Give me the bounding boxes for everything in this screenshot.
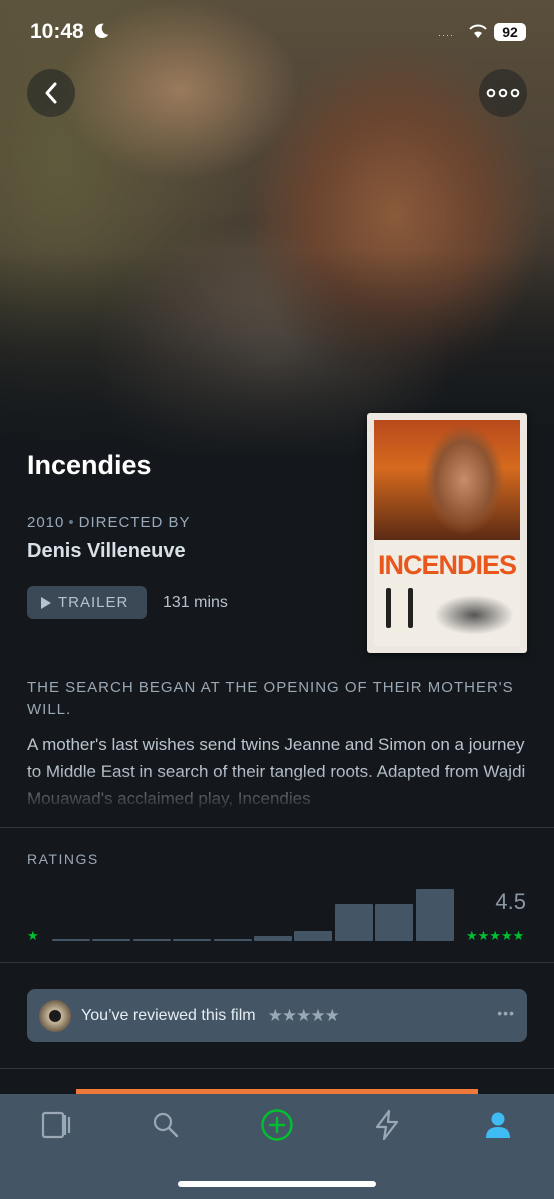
poster-figure (408, 588, 413, 628)
ratings-label: RATINGS (27, 851, 99, 867)
low-star-icon: ★ (27, 928, 39, 943)
tagline: THE SEARCH BEGAN AT THE OPENING OF THEIR… (27, 679, 514, 718)
home-indicator[interactable] (178, 1181, 376, 1187)
signal-icon: ···· (438, 30, 454, 40)
histogram-bar[interactable] (375, 904, 414, 941)
search-icon (153, 1112, 179, 1138)
more-options-button[interactable] (479, 69, 527, 117)
histogram-bar[interactable] (254, 936, 292, 941)
poster-title-text: INCENDIES (377, 550, 517, 580)
ellipsis-icon (486, 88, 520, 98)
film-title: Incendies (27, 450, 152, 480)
poster-smoke (434, 595, 514, 635)
histogram-bar[interactable] (334, 904, 373, 941)
histogram-bar[interactable] (92, 939, 131, 941)
battery-indicator: 92 (494, 23, 526, 41)
histogram-bar[interactable] (132, 939, 171, 941)
tab-add[interactable] (257, 1108, 297, 1142)
histogram-bar[interactable] (415, 889, 454, 941)
person-icon (486, 1112, 510, 1138)
status-time: 10:48 (30, 20, 84, 43)
review-more-button[interactable]: ••• (497, 1005, 515, 1021)
histogram-bar[interactable] (294, 931, 333, 941)
tab-profile[interactable] (478, 1108, 518, 1142)
trailer-label: TRAILER (58, 594, 129, 611)
director-link[interactable]: Denis Villeneuve (27, 540, 186, 563)
film-meta: 2010 • DIRECTED BY (27, 514, 191, 531)
divider (0, 1068, 554, 1069)
divider (0, 827, 554, 828)
film-year[interactable]: 2010 (27, 514, 64, 531)
tab-search[interactable] (146, 1108, 186, 1142)
backdrop-image (0, 0, 554, 460)
film-icon (41, 1111, 71, 1139)
histogram-bar[interactable] (213, 939, 252, 941)
tab-activity[interactable] (367, 1108, 407, 1142)
five-stars-icon: ★★★★★ (466, 928, 525, 943)
runtime: 131 mins (163, 594, 228, 611)
plus-circle-icon (261, 1109, 293, 1141)
play-icon (41, 596, 51, 609)
poster-artwork: INCENDIES (374, 420, 520, 646)
your-review-bar[interactable]: You’ve reviewed this film ★★★★★ ••• (27, 989, 527, 1042)
trailer-button[interactable]: TRAILER (27, 586, 147, 619)
lightning-icon (375, 1109, 399, 1141)
separator-dot: • (68, 514, 75, 531)
film-poster[interactable]: INCENDIES (367, 413, 527, 653)
histogram-bar[interactable] (52, 939, 90, 941)
review-stars: ★★★★★ (267, 1005, 340, 1025)
avatar (39, 999, 71, 1032)
moon-icon (94, 23, 109, 39)
wifi-icon (469, 24, 487, 38)
average-rating: 4.5 (495, 889, 526, 914)
chevron-left-icon (45, 82, 57, 104)
histogram-bar[interactable] (173, 939, 212, 941)
synopsis-fade (0, 770, 554, 815)
review-status-text: You’ve reviewed this film (81, 1006, 256, 1024)
directed-by-label: DIRECTED BY (78, 514, 191, 531)
poster-figure (386, 588, 391, 628)
poster-portrait (374, 420, 520, 540)
divider (0, 962, 554, 963)
ratings-histogram[interactable] (52, 880, 454, 941)
status-bar: 10:48 ···· 92 (0, 0, 554, 62)
back-button[interactable] (27, 69, 75, 117)
tab-films[interactable] (36, 1108, 76, 1142)
